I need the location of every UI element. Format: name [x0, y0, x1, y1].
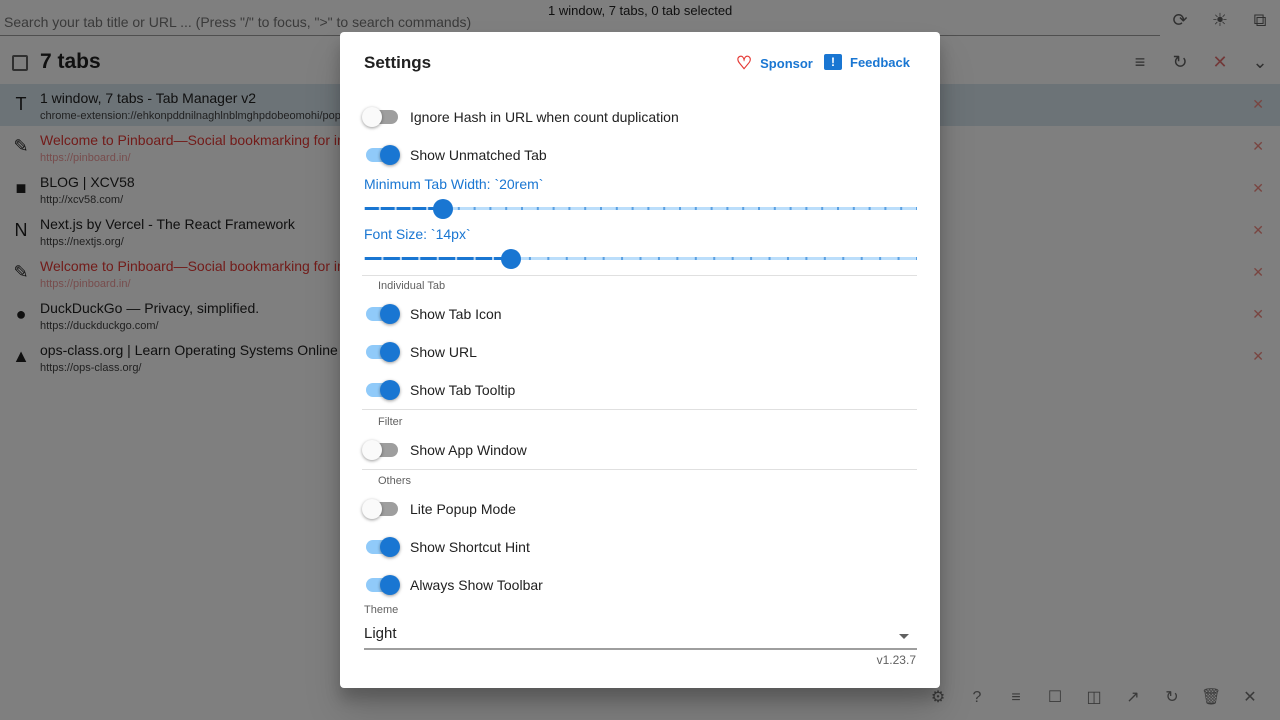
- lite-popup-toggle[interactable]: [362, 497, 400, 521]
- show-unmatched-label: Show Unmatched Tab: [410, 147, 547, 163]
- feedback-icon: !: [824, 54, 842, 70]
- slider-thumb[interactable]: [433, 199, 453, 219]
- show-url-label: Show URL: [410, 344, 477, 360]
- font-size-slider[interactable]: [364, 249, 917, 269]
- show-tab-icon-label: Show Tab Icon: [410, 306, 502, 322]
- show-shortcut-hint-label: Show Shortcut Hint: [410, 539, 530, 555]
- font-size-label: Font Size: `14px`: [364, 226, 471, 242]
- show-tab-tooltip-label: Show Tab Tooltip: [410, 382, 516, 398]
- lite-popup-label: Lite Popup Mode: [410, 501, 516, 517]
- theme-value: Light: [364, 625, 397, 642]
- settings-dialog: Settings ♡ Sponsor ! Feedback Ignore Has…: [340, 32, 940, 688]
- min-tab-width-label: Minimum Tab Width: `20rem`: [364, 176, 544, 192]
- show-url-toggle[interactable]: [362, 340, 400, 364]
- show-shortcut-hint-toggle[interactable]: [362, 535, 400, 559]
- dialog-title: Settings: [364, 53, 432, 72]
- show-app-window-row[interactable]: Show App Window: [362, 438, 527, 462]
- always-show-toolbar-row[interactable]: Always Show Toolbar: [362, 573, 543, 597]
- show-tab-icon-row[interactable]: Show Tab Icon: [362, 302, 502, 326]
- ignore-hash-toggle[interactable]: [362, 105, 400, 129]
- show-unmatched-toggle[interactable]: [362, 143, 400, 167]
- min-tab-width-slider[interactable]: [364, 199, 917, 219]
- section-filter: Filter: [378, 416, 403, 428]
- ignore-hash-row[interactable]: Ignore Hash in URL when count duplicatio…: [362, 105, 679, 129]
- show-shortcut-hint-row[interactable]: Show Shortcut Hint: [362, 535, 530, 559]
- show-tab-tooltip-row[interactable]: Show Tab Tooltip: [362, 378, 515, 402]
- sponsor-button[interactable]: ♡ Sponsor: [736, 54, 813, 72]
- feedback-button[interactable]: ! Feedback: [824, 54, 910, 70]
- slider-thumb[interactable]: [501, 249, 521, 269]
- show-app-window-label: Show App Window: [410, 442, 527, 458]
- divider: [362, 469, 917, 470]
- show-url-row[interactable]: Show URL: [362, 340, 477, 364]
- sponsor-label: Sponsor: [760, 55, 813, 71]
- divider: [362, 409, 917, 410]
- show-tab-tooltip-toggle[interactable]: [362, 378, 400, 402]
- ignore-hash-label: Ignore Hash in URL when count duplicatio…: [410, 109, 679, 125]
- theme-select[interactable]: Light: [364, 622, 917, 650]
- show-app-window-toggle[interactable]: [362, 438, 400, 462]
- show-unmatched-row[interactable]: Show Unmatched Tab: [362, 143, 547, 167]
- divider: [362, 275, 917, 276]
- dropdown-caret-icon: [899, 634, 909, 639]
- version-label: v1.23.7: [876, 653, 916, 667]
- lite-popup-row[interactable]: Lite Popup Mode: [362, 497, 516, 521]
- theme-label: Theme: [364, 604, 399, 616]
- always-show-toolbar-label: Always Show Toolbar: [410, 577, 543, 593]
- always-show-toolbar-toggle[interactable]: [362, 573, 400, 597]
- section-others: Others: [378, 475, 412, 487]
- show-tab-icon-toggle[interactable]: [362, 302, 400, 326]
- heart-icon: ♡: [736, 53, 753, 73]
- feedback-label: Feedback: [850, 54, 910, 70]
- section-individual-tab: Individual Tab: [378, 280, 446, 292]
